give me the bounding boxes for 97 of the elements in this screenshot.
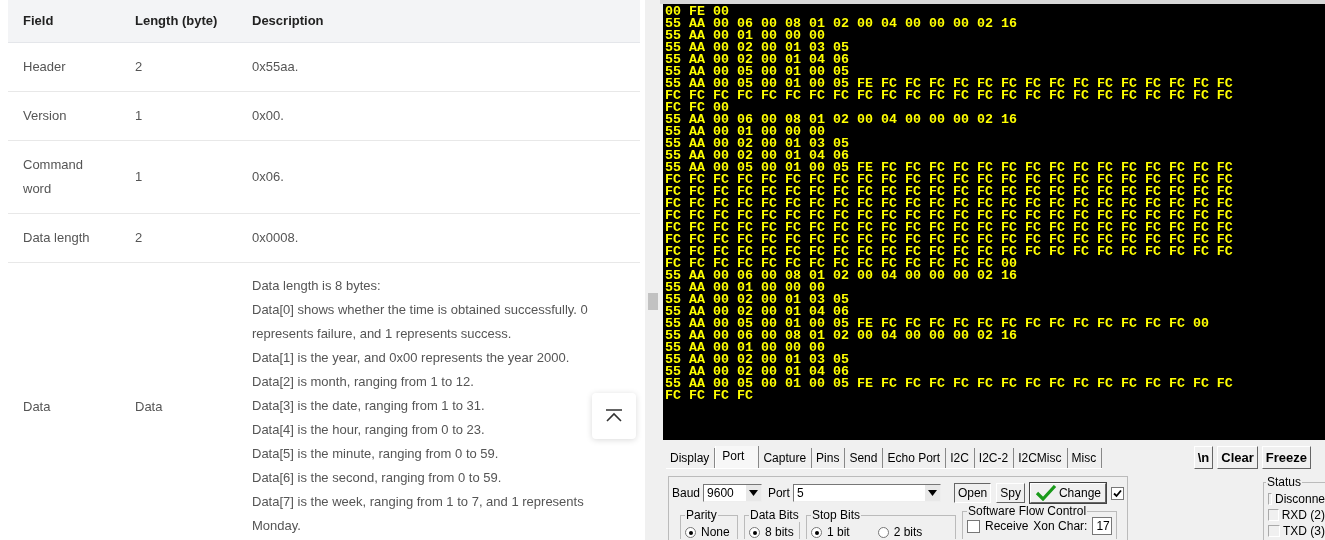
xon-char-label: Xon Char:	[1033, 519, 1088, 533]
terminal-line: 55 AA 00 05 00 01 00 05 FE FC FC FC FC FC FC FC FC FC FC FC FC FC 00	[665, 318, 1209, 330]
table-cell-text: Command word	[23, 156, 84, 198]
radio-option[interactable]: 2 bits	[877, 526, 923, 539]
baud-label: Baud	[672, 486, 701, 500]
table-cell-text: Data length	[23, 229, 91, 247]
group-title: Software Flow Control	[967, 504, 1088, 518]
xon-char-field[interactable]: 17	[1092, 517, 1112, 535]
table-cell-text: 0x06.	[252, 168, 284, 186]
terminal-line: FC FC FC FC FC FC FC FC FC FC FC FC FC FC FC FC FC FC FC FC FC FC FC FC	[665, 210, 1233, 222]
radio-option[interactable]: 8 bits	[749, 526, 794, 539]
status-indicator	[1268, 493, 1272, 505]
change-button[interactable]: Change	[1029, 483, 1106, 503]
table-cell-text: 0x55aa.	[252, 58, 299, 76]
terminal-line: FC FC FC FC FC FC FC FC FC FC FC FC FC FC FC FC FC FC FC FC FC FC FC FC	[665, 174, 1233, 186]
terminal-line: 55 AA 00 05 00 01 00 05 FE FC FC FC FC FC FC FC FC FC FC FC FC FC FC FC	[665, 78, 1233, 90]
terminal-line: 55 AA 00 02 00 01 03 05	[665, 42, 849, 54]
terminal-line: FC FC FC FC FC FC FC FC FC FC FC FC FC FC 00	[665, 258, 1017, 270]
receive-checkbox[interactable]	[967, 519, 980, 533]
table-cell: 2	[135, 230, 143, 245]
spy-button[interactable]: Spy	[996, 483, 1025, 503]
terminal-line: 55 AA 00 06 00 08 01 02 00 04 00 00 00 02 16	[665, 18, 1017, 30]
checkbox[interactable]	[1111, 486, 1124, 500]
scrollbar-thumb[interactable]	[648, 293, 658, 310]
dropdown-arrow-icon	[927, 490, 937, 496]
table-cell-text: 0x00.	[252, 107, 284, 125]
baud-dropdown[interactable]: 9600	[703, 484, 762, 502]
radio-option[interactable]: 1 bit	[811, 526, 850, 539]
terminal-line: FC FC 00	[665, 102, 729, 114]
terminal-line: 55 AA 00 01 00 00 00	[665, 342, 825, 354]
terminal-line: 55 AA 00 01 00 00 00	[665, 282, 825, 294]
group-title: Stop Bits	[811, 508, 862, 522]
terminal-line: 55 AA 00 02 00 01 03 05	[665, 138, 849, 150]
terminal-line: 55 AA 00 06 00 08 01 02 00 04 00 00 00 02 16	[665, 114, 1017, 126]
open-button[interactable]: Open	[953, 483, 992, 503]
receive-label: Receive	[985, 519, 1029, 533]
table-cell: 1	[135, 108, 143, 123]
terminal-line: 55 AA 00 05 00 01 00 05 FE FC FC FC FC FC FC FC FC FC FC FC FC FC FC FC	[665, 378, 1233, 390]
table-cell-text: Header	[23, 58, 67, 76]
checkmark-icon	[1034, 485, 1057, 501]
terminal-line: 55 AA 00 05 00 01 00 05	[665, 66, 849, 78]
terminal-line: 55 AA 00 01 00 00 00	[665, 30, 825, 42]
status-label: RXD (2)	[1281, 508, 1325, 522]
column-header: Field	[8, 0, 120, 43]
status-indicator	[1268, 509, 1279, 521]
terminal-line: 55 AA 00 02 00 01 04 06	[665, 306, 849, 318]
table-cell-text: Data[4] is the hour, ranging from 0 to 23.	[252, 421, 485, 439]
terminal-line: 55 AA 00 02 00 01 03 05	[665, 354, 849, 366]
terminal-line: 55 AA 00 01 00 00 00	[665, 126, 825, 138]
terminal-line: 00 FE 00	[665, 6, 729, 18]
toolbar-button[interactable]: Clear	[1217, 446, 1258, 469]
toolbar-button[interactable]: \n	[1193, 446, 1214, 469]
scrollbar[interactable]	[645, 0, 660, 540]
group-title: Status	[1266, 475, 1303, 489]
terminal-line: FC FC FC FC	[665, 390, 753, 402]
back-to-top-icon	[605, 409, 623, 423]
terminal-line: FC FC FC FC FC FC FC FC FC FC FC FC FC FC FC FC FC FC FC FC FC FC FC FC	[665, 246, 1233, 258]
terminal-line: 55 AA 00 02 00 01 03 05	[665, 294, 849, 306]
port-label: Port	[767, 486, 790, 500]
table-cell-text: Data[5] is the minute, ranging from 0 to 59.	[252, 445, 499, 463]
table-cell-text: 0x0008.	[252, 229, 299, 247]
column-header: Description	[237, 0, 640, 43]
group-title: Data Bits	[749, 508, 800, 522]
radio-option[interactable]: None	[685, 526, 730, 539]
table-cell-text: Version	[23, 107, 68, 125]
table-cell-text: Data[1] is the year, and 0x00 represents the year 2000.	[252, 349, 570, 367]
table-cell-text: Data[7] is the week, ranging from 1 to 7, and 1 represents Monday.	[252, 493, 585, 535]
terminal-line: 55 AA 00 02 00 01 04 06	[665, 54, 849, 66]
terminal-line: 55 AA 00 06 00 08 01 02 00 04 00 00 00 02 16	[665, 270, 1017, 282]
table-cell-text: Data[2] is month, ranging from 1 to 12.	[252, 373, 474, 391]
terminal-line: 55 AA 00 02 00 01 04 06	[665, 366, 849, 378]
table-cell-text: Data[0] shows whether the time is obtained successfully. 0 represents failure, and 1 represents success.	[252, 301, 589, 343]
terminal-line: FC FC FC FC FC FC FC FC FC FC FC FC FC FC FC FC FC FC FC FC FC FC FC FC	[665, 186, 1233, 198]
dropdown-arrow-icon	[748, 490, 758, 496]
toolbar-button[interactable]: Freeze	[1261, 446, 1311, 469]
terminal-line: FC FC FC FC FC FC FC FC FC FC FC FC FC FC FC FC FC FC FC FC FC FC FC FC	[665, 234, 1233, 246]
table-cell: 2	[135, 59, 143, 74]
status-label: Disconne	[1274, 492, 1325, 506]
status-label: TXD (3)	[1283, 524, 1325, 538]
table-cell-text: Data	[23, 397, 52, 416]
table-cell: Data	[135, 398, 163, 414]
group-title: Parity	[685, 508, 718, 522]
back-to-top-button[interactable]	[592, 393, 636, 439]
terminal-line: FC FC FC FC FC FC FC FC FC FC FC FC FC FC FC FC FC FC FC FC FC FC FC FC	[665, 90, 1233, 102]
table-cell-text: Data[3] is the date, ranging from 1 to 31.	[252, 397, 485, 415]
table-cell: 1	[135, 169, 143, 184]
column-header: Length (byte)	[120, 0, 237, 43]
terminal-line: FC FC FC FC FC FC FC FC FC FC FC FC FC FC FC FC FC FC FC FC FC FC FC FC	[665, 222, 1233, 234]
tab[interactable]: Port	[715, 446, 760, 468]
table-cell-text: Data length is 8 bytes:	[252, 277, 381, 295]
terminal-line: 55 AA 00 02 00 01 04 06	[665, 150, 849, 162]
table-cell-text: Data[6] is the second, ranging from 0 to 59.	[252, 469, 502, 487]
terminal-line: FC FC FC FC FC FC FC FC FC FC FC FC FC FC FC FC FC FC FC FC FC FC FC FC	[665, 198, 1233, 210]
terminal-line: 55 AA 00 05 00 01 00 05 FE FC FC FC FC FC FC FC FC FC FC FC FC FC FC FC	[665, 162, 1233, 174]
port-dropdown[interactable]: 5	[792, 484, 941, 502]
terminal-line: 55 AA 00 06 00 08 01 02 00 04 00 00 00 02 16	[665, 330, 1017, 342]
status-indicator	[1268, 525, 1280, 537]
